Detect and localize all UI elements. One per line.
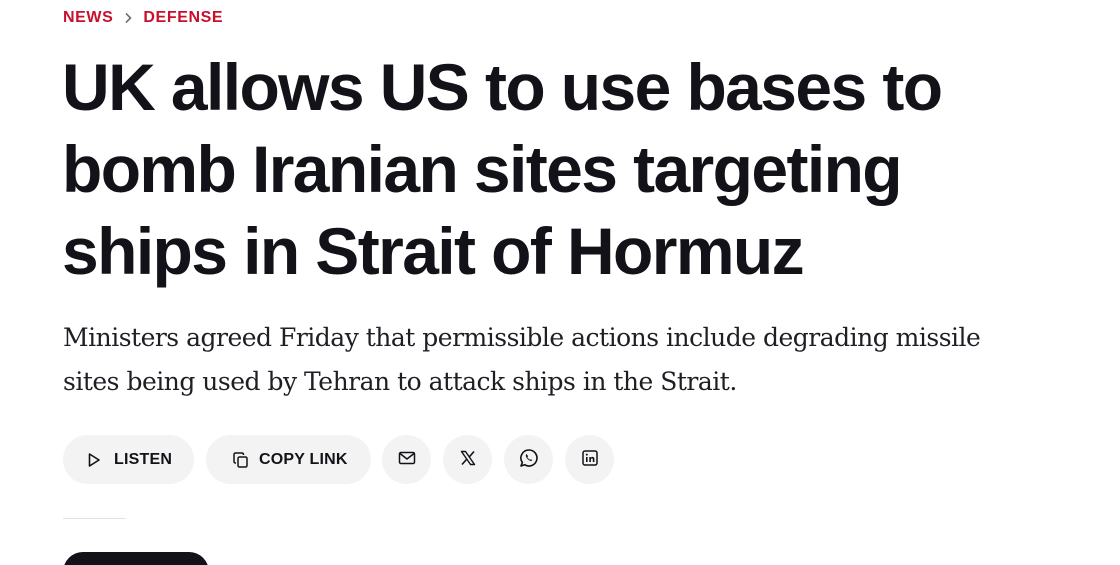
divider <box>63 518 126 519</box>
share-linkedin-button[interactable] <box>565 435 614 484</box>
copy-link-label: COPY LINK <box>259 450 348 468</box>
breadcrumb-link-defense[interactable]: DEFENSE <box>143 9 223 27</box>
play-icon <box>85 451 103 469</box>
share-x-button[interactable] <box>443 435 492 484</box>
share-whatsapp-button[interactable] <box>504 435 553 484</box>
linkedin-icon <box>581 449 599 470</box>
article-dek: Ministers agreed Friday that permissible… <box>63 323 981 396</box>
listen-label: LISTEN <box>114 450 173 468</box>
mail-icon <box>398 449 416 470</box>
dark-pill-button[interactable] <box>63 552 209 565</box>
x-logo-icon <box>460 450 476 469</box>
copy-icon <box>232 451 250 469</box>
breadcrumb-link-news[interactable]: NEWS <box>63 9 113 27</box>
chevron-right-icon <box>113 12 143 24</box>
article-headline: UK allows US to use bases to bomb Irania… <box>62 50 943 288</box>
copy-link-button[interactable]: COPY LINK <box>206 435 371 484</box>
share-email-button[interactable] <box>382 435 431 484</box>
whatsapp-icon <box>519 448 539 471</box>
share-bar: LISTEN COPY LINK <box>63 435 626 484</box>
listen-button[interactable]: LISTEN <box>63 435 194 484</box>
breadcrumb: NEWS DEFENSE <box>63 8 223 28</box>
